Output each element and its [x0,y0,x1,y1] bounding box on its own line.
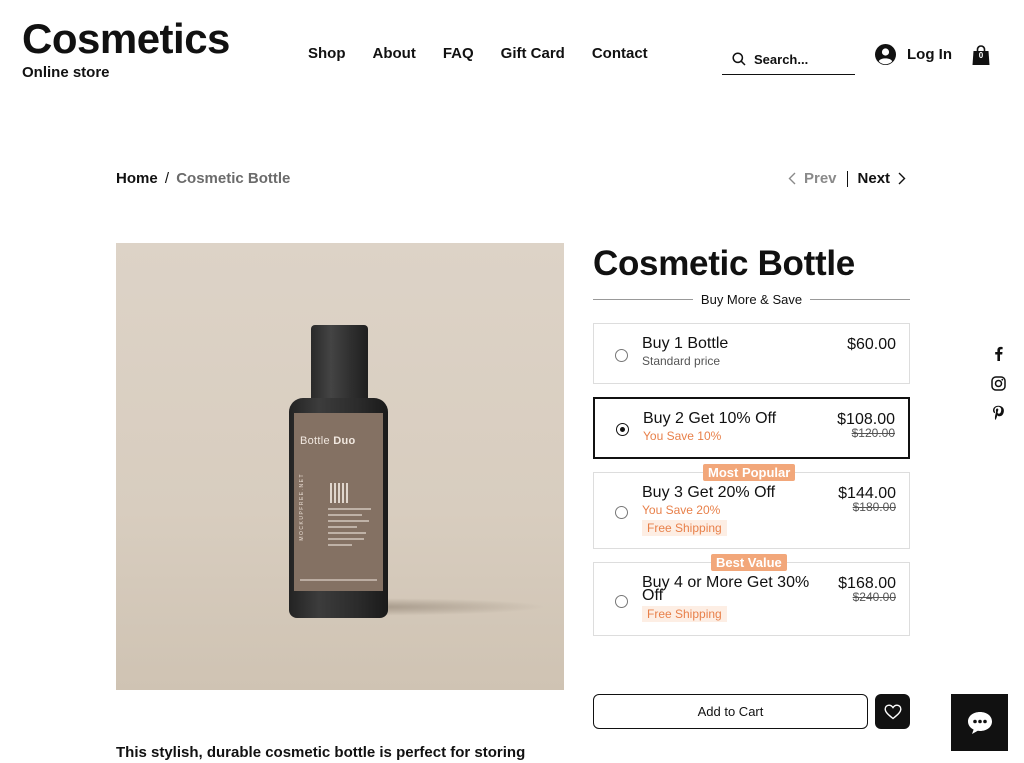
offer-option-2[interactable]: Buy 2 Get 10% Off You Save 10% $108.00 $… [593,397,910,459]
cart-count: 0 [978,51,984,60]
breadcrumb-home[interactable]: Home [116,170,158,187]
breadcrumb: Home / Cosmetic Bottle [116,170,290,187]
bottle-label-title: Bottle Duo [300,435,356,447]
heart-icon [883,703,902,719]
offer-option-1[interactable]: Buy 1 Bottle Standard price $60.00 [593,323,910,384]
nav-contact[interactable]: Contact [592,45,648,62]
breadcrumb-separator: / [164,170,170,187]
product-description: This stylish, durable cosmetic bottle is… [116,744,526,761]
best-value-badge: Best Value [711,554,787,571]
social-bar [990,345,1006,421]
breadcrumb-current: Cosmetic Bottle [176,170,291,187]
offer-name: Buy 1 Bottle [642,335,729,352]
add-to-cart-button[interactable]: Add to Cart [593,694,868,729]
product-pager: Prev Next [788,170,906,187]
radio-button[interactable] [615,506,628,519]
search-input[interactable] [754,51,849,67]
offer-price: $60.00 [847,336,896,353]
bottle-shadow [360,598,552,616]
offer-savings: You Save 20% [642,503,721,517]
nav-about[interactable]: About [373,45,416,62]
offer-name: Buy 3 Get 20% Off [642,484,776,501]
offer-old-price: $240.00 [852,590,896,604]
chevron-left-icon [788,172,796,185]
offer-subtext: Standard price [642,354,721,368]
prev-label: Prev [804,170,837,187]
qr-code-icon [330,483,350,503]
login-button[interactable]: Log In [875,44,952,65]
next-link[interactable]: Next [858,170,907,187]
most-popular-badge: Most Popular [703,464,796,481]
radio-button[interactable] [615,595,628,608]
product-title: Cosmetic Bottle [593,244,855,283]
offer-old-price: $180.00 [852,500,896,514]
offer-old-price: $120.00 [851,426,895,440]
search-box[interactable] [722,44,855,75]
offer-name: Buy 4 or More Get 30% Off [642,575,809,604]
offer-option-4[interactable]: Buy 4 or More Get 30% Off Free Shipping … [593,562,910,636]
search-icon [732,52,746,66]
brand[interactable]: Cosmetics Online store [22,16,230,82]
bottle-label: Bottle Duo MOCKUPFREE.NET [294,413,383,591]
offer-savings: You Save 10% [643,429,722,443]
pinterest-icon[interactable] [990,405,1006,421]
chevron-right-icon [898,172,906,185]
offers-heading: Buy More & Save [593,291,910,307]
bottle-label-fine-print [328,508,376,550]
brand-title[interactable]: Cosmetics [22,16,230,62]
offers-heading-label: Buy More & Save [700,291,803,307]
offer-shipping: Free Shipping [642,520,727,536]
offer-shipping: Free Shipping [642,606,727,622]
offer-name-line-1: Buy 4 or More Get 30% [642,574,810,591]
product-image[interactable]: Bottle Duo MOCKUPFREE.NET [116,243,564,690]
nav-shop[interactable]: Shop [308,45,346,62]
bottle-label-footer [300,579,377,581]
bottle-label-brand: Bottle [300,435,330,447]
chat-icon [967,711,992,734]
main-nav: Shop About FAQ Gift Card Contact [308,45,648,62]
nav-gift-card[interactable]: Gift Card [501,45,565,62]
bottle-label-brand-bold: Duo [333,435,356,447]
bottle-label-vertical-text: MOCKUPFREE.NET [299,473,305,541]
offer-option-3[interactable]: Buy 3 Get 20% Off You Save 20% Free Ship… [593,472,910,549]
instagram-icon[interactable] [990,375,1006,391]
next-label: Next [857,170,891,187]
nav-faq[interactable]: FAQ [443,45,474,62]
offer-name: Buy 2 Get 10% Off [643,410,777,427]
radio-button[interactable] [615,349,628,362]
divider [593,298,693,300]
brand-subtitle: Online store [22,64,110,81]
prev-link[interactable]: Prev [788,170,837,187]
cart-button[interactable]: 0 [972,45,990,66]
chat-button[interactable] [951,694,1008,751]
divider [810,298,910,300]
pager-divider [846,170,848,187]
wishlist-button[interactable] [875,694,910,729]
login-label: Log In [907,46,952,63]
radio-button-selected[interactable] [616,423,629,436]
facebook-icon[interactable] [990,345,1006,361]
bottle-cap [311,325,368,401]
user-icon [875,44,896,65]
